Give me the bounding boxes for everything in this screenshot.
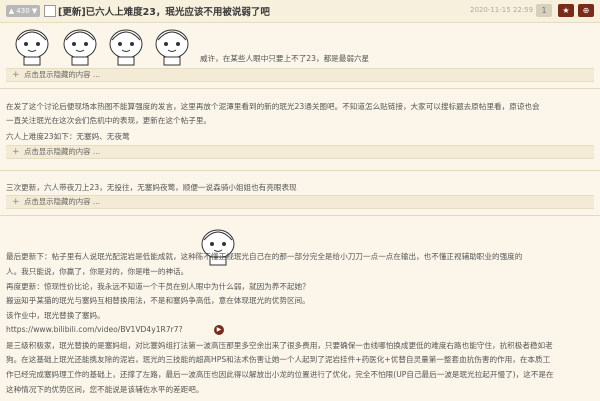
- section-3-line-1: 三次更新，六人带夜刀上23，无投往，无塞妈夜莺，顺便一说森骑小姐姐也有亮眼表现: [6, 183, 297, 192]
- section-4-line-3: 再度更新：惊现性价比论，我永远不知道一个干员在别人眼中为什么弱，就因为养不起她？: [6, 282, 310, 291]
- post-page: ▲ 430 ▼ [更新]已六人上难度23，珉光应该不用被说弱了吧 2020-11…: [0, 0, 600, 401]
- hidden-content-toggle-1[interactable]: + 点击显示隐藏的内容 ...: [6, 68, 594, 82]
- section-4-line-1: 最后更新下：帖子里有人说珉光配泥岩是低能成就，这种陈不懂正视珉光自己在的那一部分…: [6, 252, 523, 261]
- divider: [0, 215, 600, 216]
- video-link[interactable]: https://www.bilibili.com/video/BV1VD4y1R…: [6, 325, 183, 334]
- section-4-line-6: 是三级积极家，珉光替换的是塞妈组，对比塞妈组打法第一波高压那里多空余出来了很多费…: [6, 341, 553, 350]
- chibi-sticker-2: [63, 29, 97, 66]
- section-4-line-4: 搬运知乎某猫的珉光与塞妈互相替换用法，不是和塞妈争高低，意在体现珉光的优势区间。: [6, 296, 310, 305]
- section-4-line-9: 这种情况下的优势区间，您不能说是该辅佐水平的差距吧。: [6, 385, 204, 394]
- chibi-sticker-4: [155, 29, 189, 66]
- post-date: 2020-11-15 22:59: [470, 6, 534, 14]
- play-icon[interactable]: ▶: [214, 325, 224, 335]
- divider: [0, 88, 600, 89]
- select-checkbox[interactable]: [44, 5, 56, 17]
- divider: [0, 170, 600, 171]
- section-4-line-8: 作已经完成塞妈理工作的基础上，还撑了左路，最后一波高压也因此得以解放出小龙的位置…: [6, 370, 554, 379]
- post-title: [更新]已六人上难度23，珉光应该不用被说弱了吧: [58, 7, 270, 18]
- section-2-line-2: 一直关注珉光在这次会们危机中的表现，更新在这个帖子里。: [6, 116, 212, 125]
- plus-icon: +: [12, 147, 20, 157]
- chibi-sticker-3: [109, 29, 143, 66]
- hidden-content-toggle-3[interactable]: + 点击显示隐藏的内容 ...: [6, 195, 594, 209]
- favorite-icon[interactable]: ★: [558, 4, 574, 17]
- fold-label: 点击显示隐藏的内容 ...: [24, 147, 100, 156]
- chibi-sticker-1: [15, 29, 49, 66]
- more-options-icon[interactable]: ⊕: [578, 4, 594, 17]
- hidden-content-toggle-2[interactable]: + 点击显示隐藏的内容 ...: [6, 145, 594, 159]
- section-2-line-3: 六人上难度23如下：无塞妈、无夜莺: [6, 132, 130, 141]
- reply-count-button[interactable]: 1: [536, 4, 552, 17]
- section-4-line-5: 该作业中，珉光替换了塞妈。: [6, 311, 105, 320]
- section-4-line-2: 人。我只能说，你赢了，你是对的，你是唯一的神话。: [6, 267, 189, 276]
- section-2-line-1: 在发了这个讨论后便现场本热图不能算强度的发言，这里再放个泥潭里看到的新的珉光23…: [6, 102, 540, 111]
- plus-icon: +: [12, 197, 20, 207]
- plus-icon: +: [12, 70, 20, 80]
- vote-badge[interactable]: ▲ 430 ▼: [6, 5, 40, 17]
- fold-label: 点击显示隐藏的内容 ...: [24, 197, 100, 206]
- section-1-caption: 威许，在某些人眼中只要上不了23，都是最弱六星: [200, 54, 370, 63]
- post-header: ▲ 430 ▼ [更新]已六人上难度23，珉光应该不用被说弱了吧 2020-11…: [0, 0, 600, 23]
- fold-label: 点击显示隐藏的内容 ...: [24, 70, 100, 79]
- section-4-line-7: 狗。在这基础上珉光还能携友除的泥岩，珉光的三技能的超高HPS和法术伤害让她一个人…: [6, 355, 551, 364]
